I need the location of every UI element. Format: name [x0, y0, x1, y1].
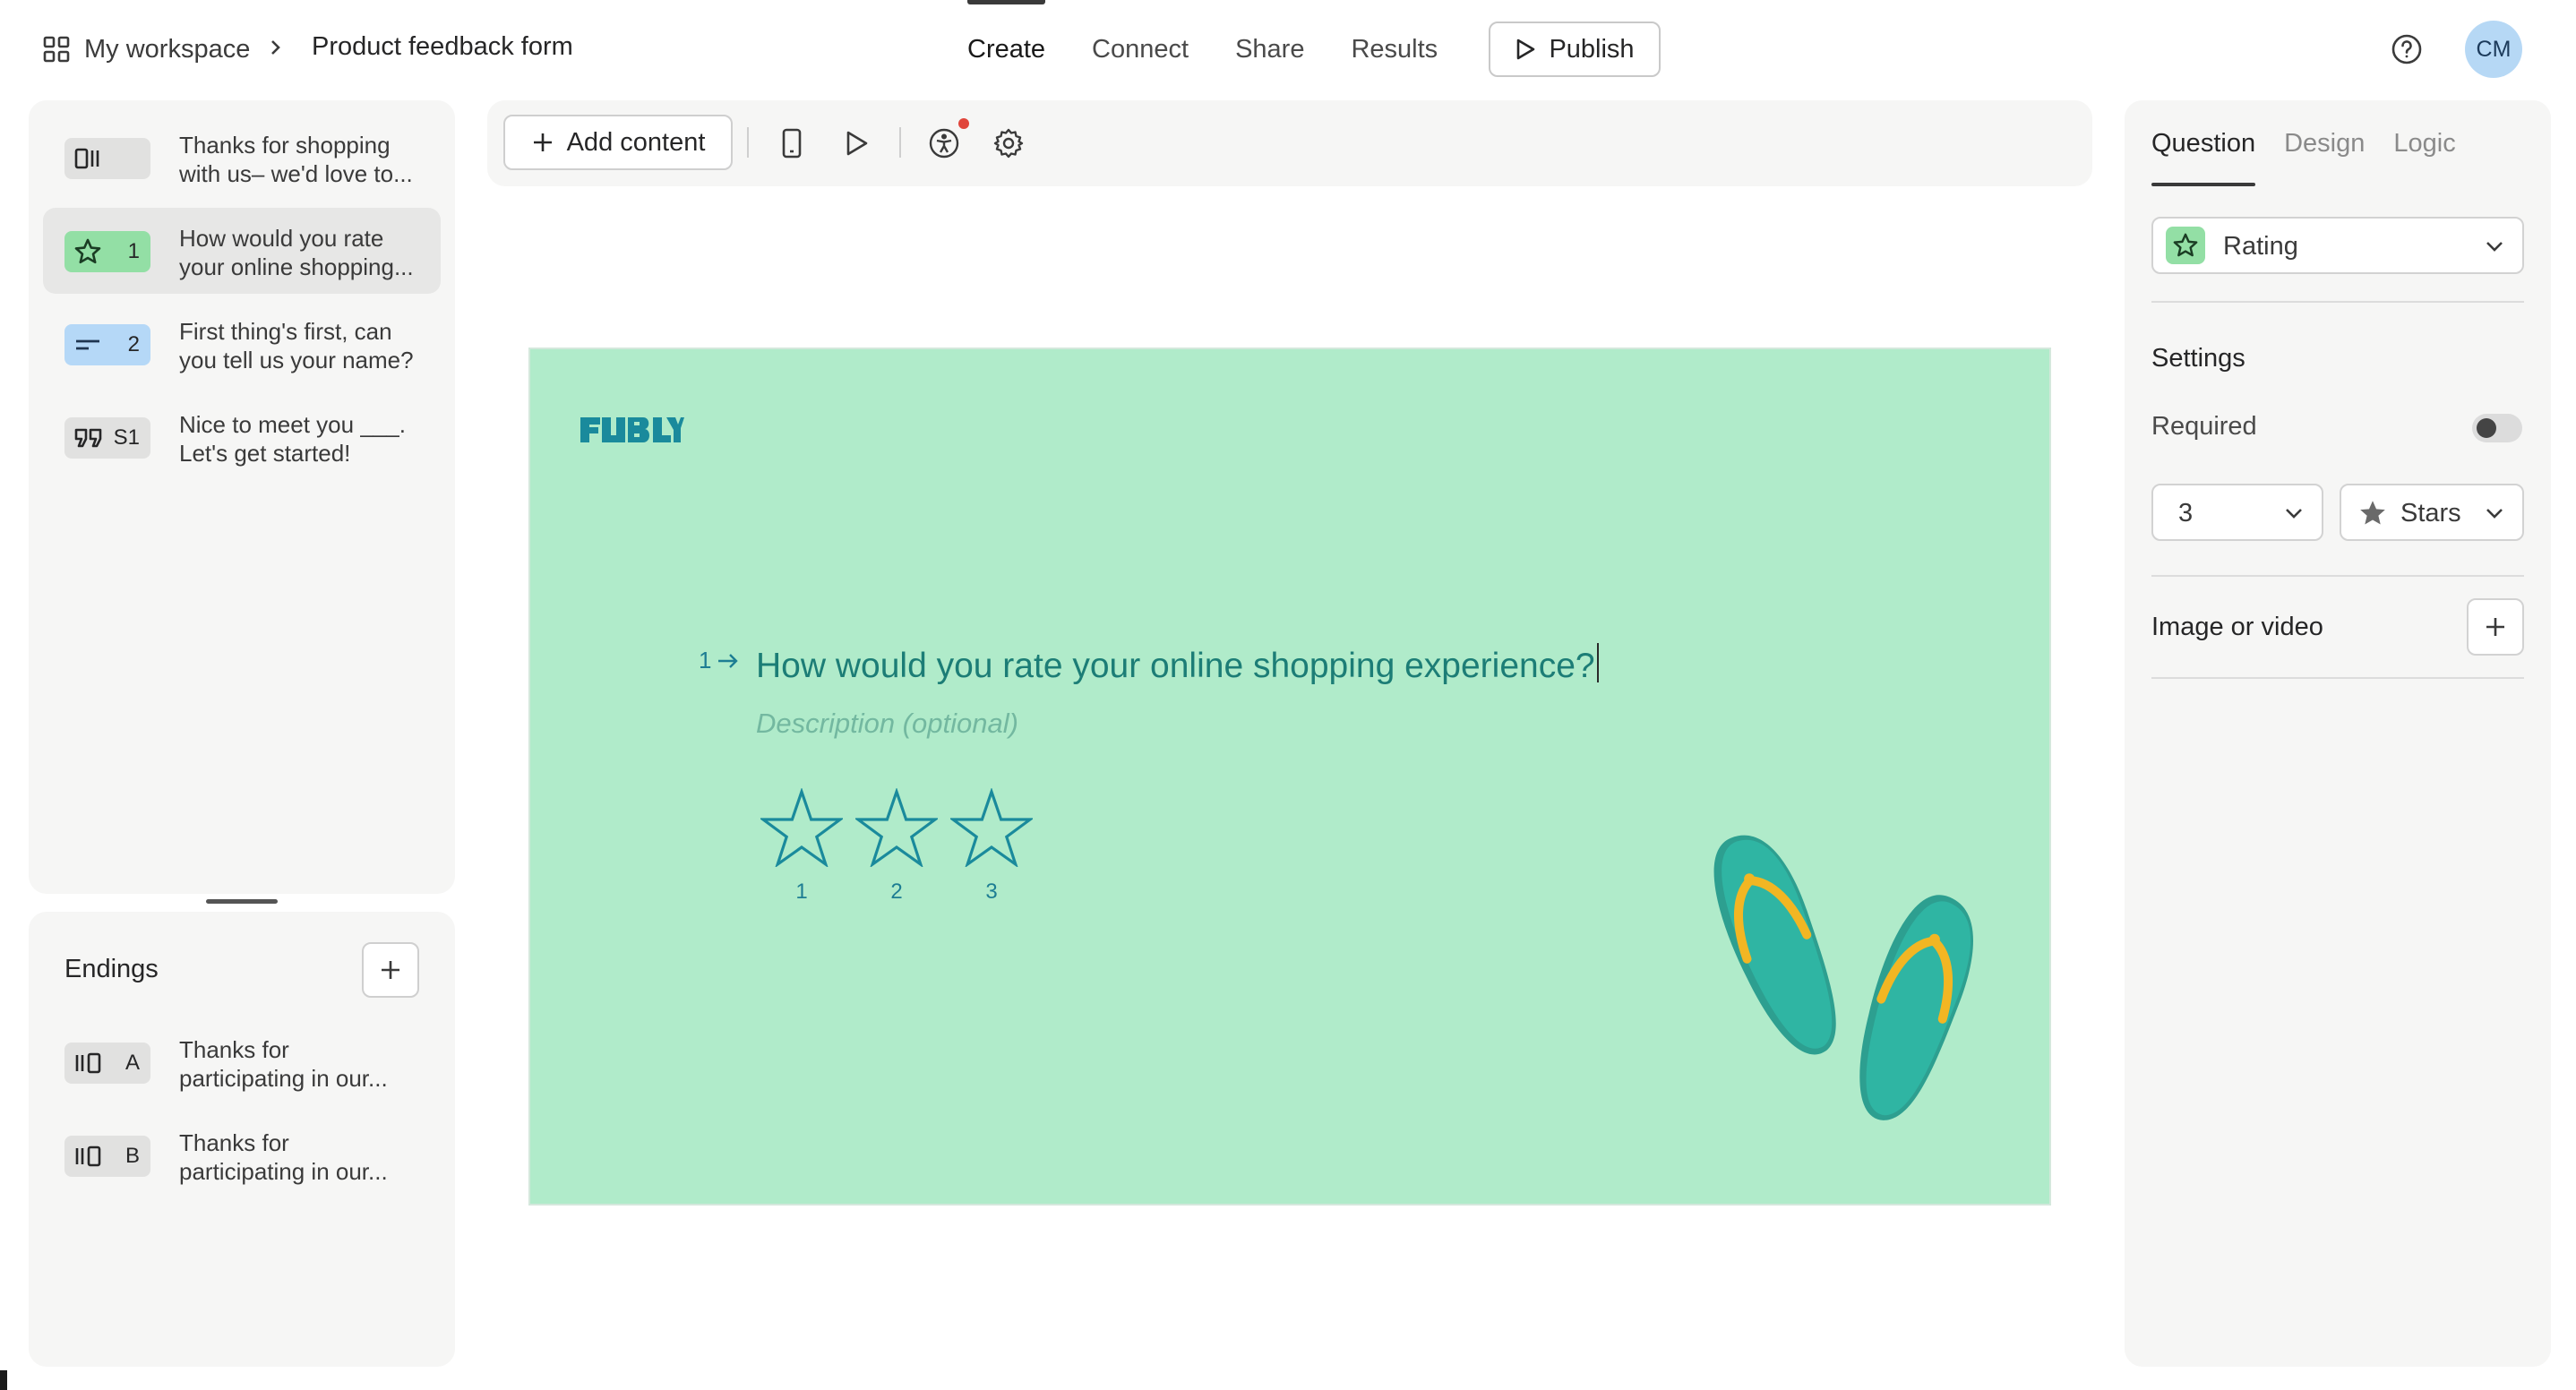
star-outline-icon: [760, 788, 843, 867]
window-corner: [0, 1370, 7, 1390]
ending-text: Thanks for participating in our...: [179, 1129, 388, 1185]
star-filled-icon: [2360, 501, 2385, 525]
ending-badge: B: [64, 1136, 150, 1177]
question-text: How would you rate your online shopping..…: [179, 225, 414, 280]
properties-panel: Question Design Logic Rating Settings Re…: [2125, 100, 2551, 1367]
mobile-preview-icon[interactable]: [774, 125, 810, 161]
preview-play-icon[interactable]: [838, 125, 874, 161]
divider: [2151, 677, 2524, 679]
star-icon: [74, 238, 101, 264]
rating-star-3[interactable]: 3: [944, 788, 1039, 905]
description-input[interactable]: Description (optional): [756, 708, 1018, 740]
shape-value: Stars: [2400, 499, 2461, 528]
form-title[interactable]: Product feedback form: [312, 32, 573, 62]
question-item-welcome[interactable]: Thanks for shopping with us– we'd love to…: [43, 115, 441, 201]
rating-star-2[interactable]: 2: [849, 788, 944, 905]
brand-logo: [580, 417, 684, 442]
divider: [2151, 301, 2524, 303]
tab-question[interactable]: Question: [2151, 100, 2256, 186]
settings-title: Settings: [2151, 344, 2245, 373]
question-text: First thing's first, can you tell us your…: [179, 318, 414, 373]
properties-tabs: Question Design Logic: [2151, 100, 2485, 186]
ending-item-b[interactable]: B Thanks for participating in our...: [43, 1112, 441, 1198]
ending-text: Thanks for participating in our...: [179, 1036, 388, 1092]
tab-create[interactable]: Create: [944, 0, 1069, 99]
chevron-down-icon: [2286, 509, 2302, 519]
settings-gear-icon[interactable]: [991, 125, 1026, 161]
accessibility-icon[interactable]: [926, 125, 962, 161]
quote-icon: [74, 428, 102, 448]
divider: [2151, 575, 2524, 577]
chevron-down-icon: [2486, 509, 2503, 519]
star-icon: [2173, 233, 2198, 257]
steps-value: 3: [2178, 499, 2194, 528]
workspace-link[interactable]: My workspace: [43, 30, 250, 68]
star-outline-icon: [855, 788, 938, 867]
toolbar-divider: [747, 127, 749, 158]
top-bar: My workspace Product feedback form Creat…: [0, 0, 2576, 99]
question-item-s1[interactable]: S1 Nice to meet you ___. Let's get starte…: [43, 394, 441, 480]
play-icon: [1517, 39, 1535, 60]
chevron-down-icon: [2486, 242, 2503, 252]
rating-star-1[interactable]: 1: [754, 788, 849, 905]
question-text: Thanks for shopping with us– we'd love to…: [179, 132, 413, 187]
question-type-badge: S1: [64, 417, 150, 459]
chevron-right-icon: [271, 40, 280, 55]
ending-screen-icon: [75, 1145, 101, 1167]
rating-stars: 1 2 3: [754, 788, 1039, 905]
ending-badge: A: [64, 1042, 150, 1084]
add-content-button[interactable]: Add content: [503, 115, 733, 170]
plus-icon: [533, 133, 552, 151]
avatar[interactable]: CM: [2465, 21, 2522, 78]
tab-connect[interactable]: Connect: [1069, 0, 1212, 99]
steps-select[interactable]: 3: [2151, 484, 2323, 541]
help-icon[interactable]: [2390, 32, 2424, 66]
panel-resize-handle[interactable]: [206, 899, 278, 904]
plus-icon: [382, 961, 399, 979]
question-item-1[interactable]: 1 How would you rate your online shopping…: [43, 208, 441, 294]
question-type-badge: 2: [64, 324, 150, 365]
shape-select[interactable]: Stars: [2340, 484, 2524, 541]
question-list-panel: Thanks for shopping with us– we'd love to…: [29, 100, 455, 894]
editor-toolbar: Add content: [487, 100, 2092, 186]
tab-design[interactable]: Design: [2284, 100, 2365, 186]
star-outline-icon: [950, 788, 1033, 867]
required-label: Required: [2151, 412, 2257, 441]
flip-flops-illustration: [1713, 835, 1973, 1120]
welcome-screen-icon: [74, 148, 99, 169]
grid-icon: [43, 36, 70, 63]
plus-icon: [2486, 618, 2504, 636]
short-text-icon: [76, 339, 99, 350]
ending-screen-icon: [75, 1052, 101, 1074]
arrow-right-icon: [718, 653, 739, 668]
question-type-badge: [64, 138, 150, 179]
question-text: Nice to meet you ___. Let's get started!: [179, 411, 406, 467]
toolbar-divider: [899, 127, 901, 158]
question-number: 1: [699, 647, 740, 674]
add-content-label: Add content: [566, 127, 706, 157]
text-caret: [1596, 643, 1599, 682]
image-or-video-label: Image or video: [2151, 613, 2323, 641]
publish-button[interactable]: Publish: [1489, 21, 1661, 77]
add-media-button[interactable]: [2467, 598, 2524, 656]
question-type-select[interactable]: Rating: [2151, 217, 2524, 274]
tab-share[interactable]: Share: [1212, 0, 1327, 99]
workspace-label: My workspace: [84, 34, 251, 64]
endings-title: Endings: [64, 955, 159, 983]
form-preview-canvas[interactable]: 1 How would you rate your online shoppin…: [528, 348, 2051, 1206]
required-toggle[interactable]: [2472, 414, 2522, 442]
accessibility-notification-dot: [958, 118, 969, 129]
question-item-2[interactable]: 2 First thing's first, can you tell us yo…: [43, 301, 441, 387]
question-type-badge: [2166, 227, 2205, 264]
question-type-badge: 1: [64, 231, 150, 272]
endings-panel: Endings A Thanks for participating in our…: [29, 912, 455, 1367]
add-ending-button[interactable]: [362, 942, 419, 998]
tab-logic[interactable]: Logic: [2393, 100, 2455, 186]
tab-results[interactable]: Results: [1327, 0, 1461, 99]
main-nav: Create Connect Share Results: [944, 0, 1461, 99]
question-type-label: Rating: [2223, 232, 2298, 261]
ending-item-a[interactable]: A Thanks for participating in our...: [43, 1019, 441, 1105]
publish-label: Publish: [1549, 34, 1635, 64]
question-title-input[interactable]: How would you rate your online shopping …: [756, 643, 1599, 686]
